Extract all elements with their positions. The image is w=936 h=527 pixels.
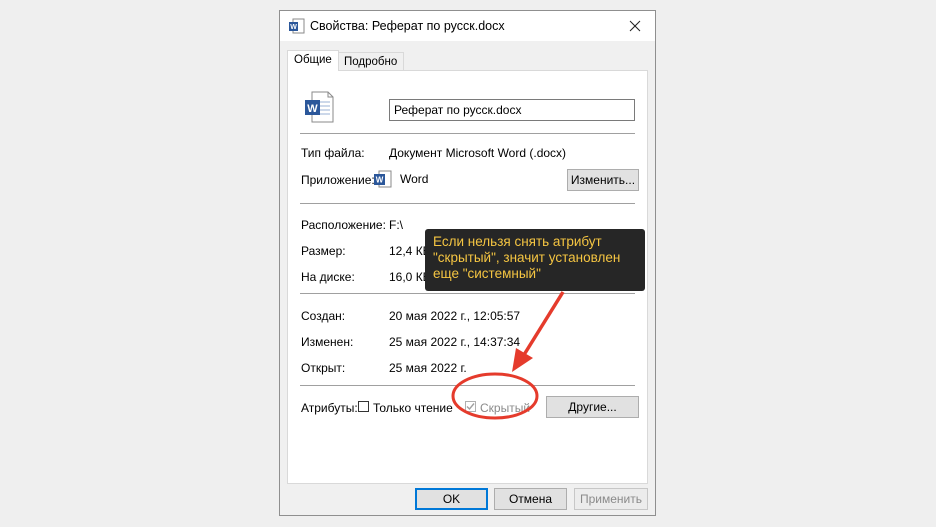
separator (300, 293, 635, 294)
change-app-button[interactable]: Изменить... (567, 169, 639, 191)
annotation-line: "скрытый", значит установлен (433, 250, 621, 265)
separator (300, 203, 635, 204)
svg-text:W: W (376, 176, 384, 185)
file-type-label: Тип файла: (301, 146, 365, 160)
annotation-line: Если нельзя снять атрибут (433, 234, 602, 249)
apply-button[interactable]: Применить (574, 488, 648, 510)
separator (300, 133, 635, 134)
close-button[interactable] (615, 11, 655, 41)
readonly-label: Только чтение (373, 401, 453, 415)
svg-text:W: W (290, 24, 297, 31)
location-label: Расположение: (301, 218, 386, 232)
modified-value: 25 мая 2022 г., 14:37:34 (389, 335, 521, 349)
word-document-icon: W (289, 18, 305, 37)
tab-details[interactable]: Подробно (337, 52, 405, 72)
other-attributes-button[interactable]: Другие... (546, 396, 639, 418)
application-label: Приложение: (301, 173, 375, 187)
created-label: Создан: (301, 309, 346, 323)
close-icon (629, 20, 641, 32)
annotation-line: еще "системный" (433, 266, 541, 281)
hidden-label: Скрытый (480, 401, 531, 415)
checkmark-icon (466, 403, 475, 411)
word-file-icon: W (304, 91, 334, 126)
title-bar: W Свойства: Реферат по русск.docx (280, 11, 655, 41)
tab-general[interactable]: Общие (287, 50, 339, 71)
word-app-icon: W (374, 170, 392, 191)
annotation-tooltip: Если нельзя снять атрибут "скрытый", зна… (425, 229, 645, 291)
separator (300, 385, 635, 386)
created-value: 20 мая 2022 г., 12:05:57 (389, 309, 521, 323)
ok-button[interactable]: OK (415, 488, 488, 510)
readonly-checkbox[interactable] (358, 401, 369, 412)
size-label: Размер: (301, 244, 346, 258)
file-type-value: Документ Microsoft Word (.docx) (389, 146, 567, 160)
disk-size-label: На диске: (301, 270, 355, 284)
hidden-checkbox[interactable] (465, 401, 476, 412)
opened-label: Открыт: (301, 361, 346, 375)
window-title: Свойства: Реферат по русск.docx (310, 19, 505, 33)
attributes-label: Атрибуты: (301, 401, 358, 415)
file-name-input[interactable] (389, 99, 635, 121)
application-value: Word (400, 172, 429, 186)
cancel-button[interactable]: Отмена (494, 488, 567, 510)
modified-label: Изменен: (301, 335, 354, 349)
svg-text:W: W (307, 103, 318, 115)
location-value: F:\ (389, 218, 403, 232)
opened-value: 25 мая 2022 г. (389, 361, 467, 375)
